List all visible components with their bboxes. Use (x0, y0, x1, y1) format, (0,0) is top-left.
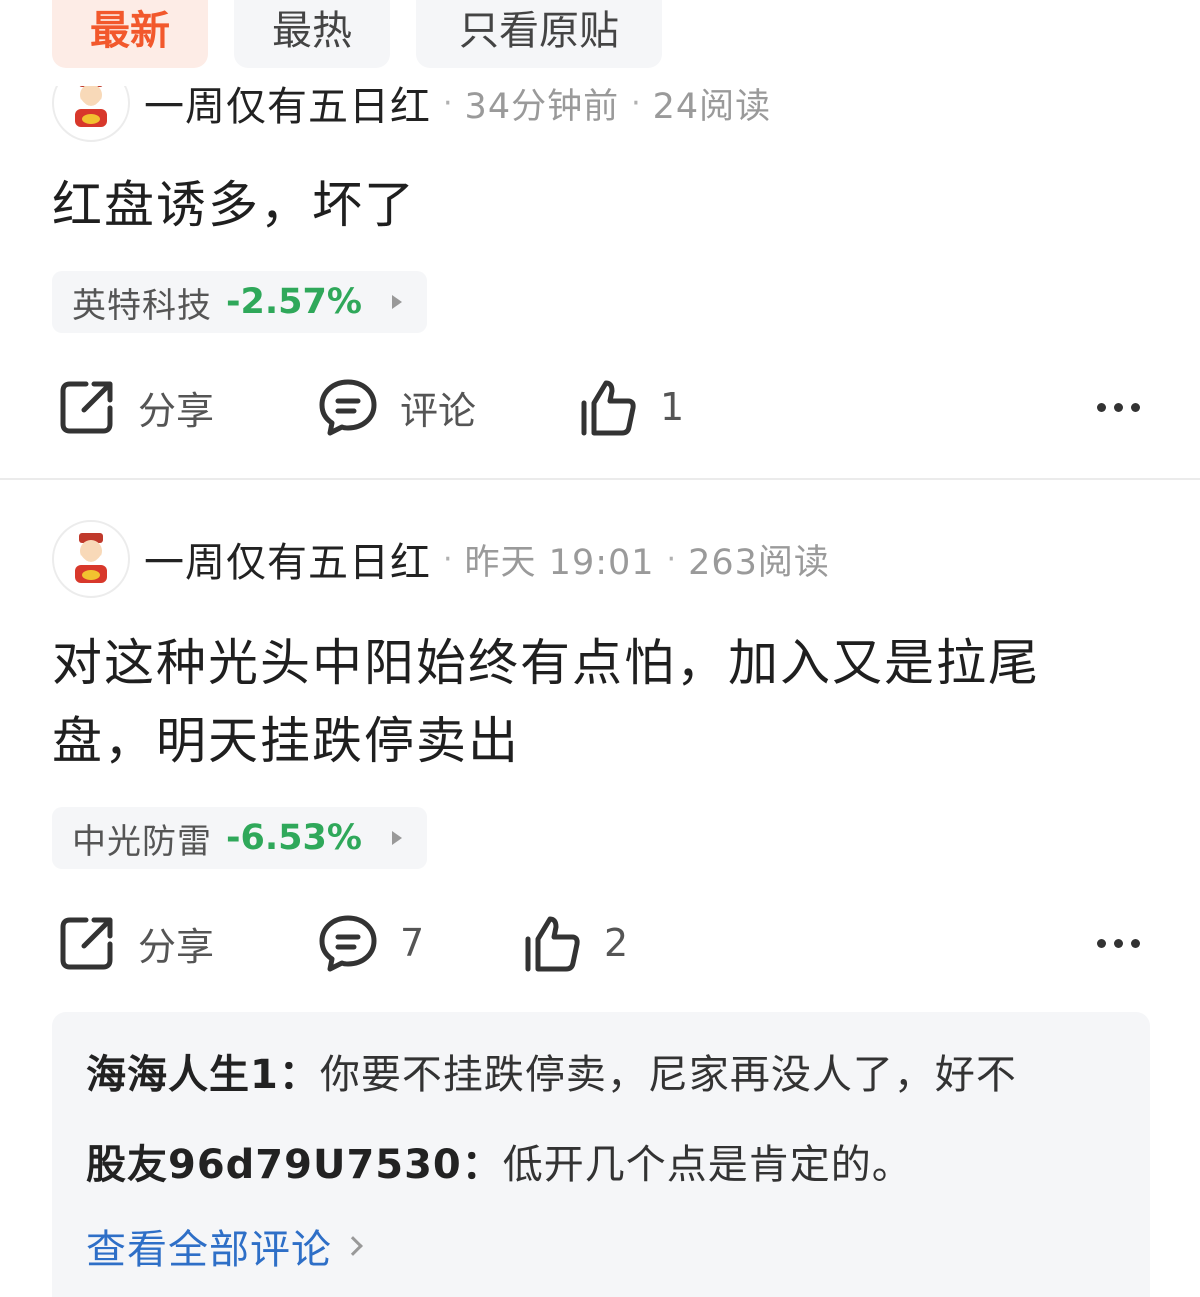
share-icon (60, 917, 113, 970)
share-button[interactable]: 分享 (58, 908, 214, 978)
comment-count: 7 (400, 921, 425, 965)
comment-item[interactable]: 海海人生1：你要不挂跌停卖，尼家再没人了，好不 (86, 1042, 1017, 1100)
like-count: 1 (660, 385, 685, 429)
thumbs-up-icon (525, 916, 580, 972)
comment-icon (319, 379, 377, 436)
action-bar: 分享 评论 1 (52, 372, 1148, 442)
post-header: 一周仅有五日红 · 昨天 19:01 · 263阅读 (52, 520, 830, 598)
post-content[interactable]: 红盘诱多，坏了 (52, 166, 1148, 244)
comment-button[interactable]: 7 (318, 908, 424, 978)
avatar[interactable] (52, 520, 130, 598)
separator-dot: · (443, 541, 453, 577)
comment-text: 低开几个点是肯定的。 (502, 1142, 913, 1188)
caishen-avatar-icon (75, 533, 107, 583)
chevron-right-icon (391, 295, 402, 309)
post-divider (0, 478, 1200, 480)
comment-item[interactable]: 股友96d79U7530：低开几个点是肯定的。 (86, 1132, 913, 1190)
like-count: 2 (604, 921, 629, 965)
share-label: 分享 (138, 924, 215, 969)
post-time: 昨天 19:01 (464, 542, 655, 583)
tab-hot[interactable]: 最热 (234, 0, 390, 68)
comment-label: 评论 (400, 388, 477, 433)
post-content[interactable]: 对这种光头中阳始终有点怕，加入又是拉尾 盘，明天挂跌停卖出 (52, 624, 1148, 780)
chevron-right-icon (391, 831, 402, 845)
comment-text: 你要不挂跌停卖，尼家再没人了，好不 (319, 1052, 1017, 1098)
more-options-icon[interactable] (1097, 372, 1140, 442)
share-icon (60, 381, 113, 434)
separator-dot: · (443, 85, 453, 121)
like-button[interactable]: 2 (522, 908, 628, 978)
post-list-page: 最新 最热 只看原贴 一周仅有五日红 · 34分钟前 · 24阅读 红盘诱多，坏… (0, 0, 1200, 1297)
comment-author[interactable]: 海海人生1： (86, 1052, 320, 1098)
stock-name: 英特科技 (72, 285, 212, 326)
stock-chip[interactable]: 中光防雷 -6.53% (52, 807, 427, 869)
like-button[interactable]: 1 (578, 372, 684, 442)
comment-icon (319, 915, 377, 972)
separator-dot: · (631, 85, 641, 121)
post-content-line: 盘，明天挂跌停卖出 (52, 712, 520, 770)
post-content-line: 对这种光头中阳始终有点怕，加入又是拉尾 (52, 634, 1040, 692)
stock-chip[interactable]: 英特科技 -2.57% (52, 271, 427, 333)
tab-latest[interactable]: 最新 (52, 0, 208, 68)
stock-change: -6.53% (226, 818, 362, 858)
separator-dot: · (666, 541, 677, 577)
read-count: 263阅读 (688, 542, 830, 583)
comment-button[interactable]: 评论 (318, 372, 476, 442)
more-options-icon[interactable] (1097, 908, 1140, 978)
sort-tabs: 最新 最热 只看原贴 (52, 0, 662, 68)
tab-original-post-only[interactable]: 只看原贴 (416, 0, 662, 68)
username[interactable]: 一周仅有五日红 (144, 530, 431, 588)
action-bar: 分享 7 2 (52, 908, 1148, 978)
thumbs-up-icon (581, 380, 636, 436)
stock-name: 中光防雷 (72, 821, 212, 862)
share-button[interactable]: 分享 (58, 372, 214, 442)
comment-author[interactable]: 股友96d79U7530： (86, 1142, 503, 1188)
comment-preview-box: 海海人生1：你要不挂跌停卖，尼家再没人了，好不 股友96d79U7530：低开几… (52, 1012, 1150, 1297)
stock-change: -2.57% (226, 282, 362, 322)
view-all-comments-link[interactable]: 查看全部评论 (86, 1217, 363, 1275)
view-all-label: 查看全部评论 (86, 1227, 332, 1273)
chevron-right-icon (343, 1236, 363, 1256)
share-label: 分享 (138, 388, 215, 433)
